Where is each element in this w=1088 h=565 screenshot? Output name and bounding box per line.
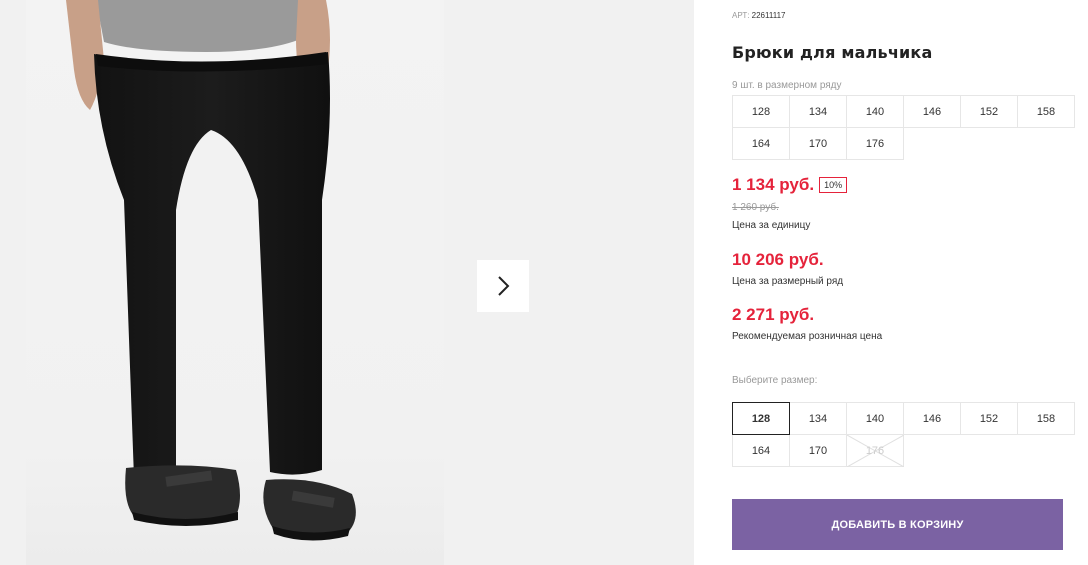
unit-price-row: 1 134 руб. 10% <box>732 175 848 195</box>
row-price: 10 206 руб. <box>732 250 824 269</box>
size-option-unavailable: 176 <box>846 434 904 467</box>
size-option[interactable]: 134 <box>789 402 847 435</box>
size-row-cell: 134 <box>789 95 847 128</box>
retail-price-caption: Рекомендуемая розничная цена <box>732 331 883 342</box>
size-picker-grid: 128 134 140 146 152 158 164 170 176 <box>732 402 1075 467</box>
unit-price: 1 134 руб. <box>732 175 815 194</box>
size-option-selected[interactable]: 128 <box>732 402 790 435</box>
size-option[interactable]: 164 <box>732 434 790 467</box>
retail-price: 2 271 руб. <box>732 305 815 324</box>
size-row-cell: 164 <box>732 127 790 160</box>
old-price: 1 260 руб. <box>732 202 779 213</box>
boy-pants-illustration <box>66 0 356 541</box>
size-row-grid: 128 134 140 146 152 158 164 170 176 <box>732 95 1075 160</box>
size-picker-label: Выберите размер: <box>732 375 818 386</box>
article-number: АРТ: 22611117 <box>732 11 785 20</box>
size-row-cell: 170 <box>789 127 847 160</box>
size-row-cell: 128 <box>732 95 790 128</box>
product-title: Брюки для мальчика <box>732 43 933 62</box>
size-option[interactable]: 170 <box>789 434 847 467</box>
size-row-cell: 140 <box>846 95 904 128</box>
product-photo <box>26 0 444 565</box>
article-value: 22611117 <box>751 11 786 20</box>
size-row-count: 9 шт. в размерном ряду <box>732 80 842 91</box>
size-option[interactable]: 146 <box>903 402 961 435</box>
size-row-cell: 176 <box>846 127 904 160</box>
product-info-panel: АРТ: 22611117 Брюки для мальчика 9 шт. в… <box>732 0 1075 565</box>
chevron-right-icon <box>498 276 510 296</box>
article-label: АРТ: <box>732 11 750 20</box>
size-option-label: 176 <box>865 444 885 457</box>
size-row-cell: 152 <box>960 95 1018 128</box>
size-option[interactable]: 140 <box>846 402 904 435</box>
size-option[interactable]: 158 <box>1017 402 1075 435</box>
gallery-next-button[interactable] <box>477 260 529 312</box>
discount-badge: 10% <box>819 177 848 193</box>
add-to-cart-button[interactable]: ДОБАВИТЬ В КОРЗИНУ <box>732 499 1063 550</box>
size-row-cell: 146 <box>903 95 961 128</box>
size-row-cell: 158 <box>1017 95 1075 128</box>
unit-price-caption: Цена за единицу <box>732 220 811 231</box>
product-gallery <box>0 0 694 565</box>
size-option[interactable]: 152 <box>960 402 1018 435</box>
row-price-caption: Цена за размерный ряд <box>732 276 844 287</box>
